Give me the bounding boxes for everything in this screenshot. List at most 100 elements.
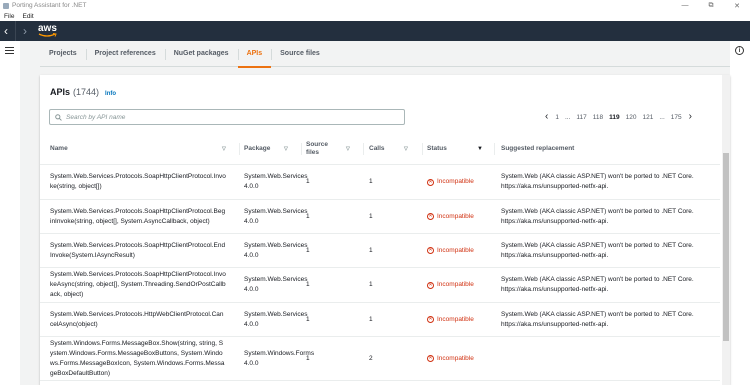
- source-files-count: 1: [306, 315, 310, 323]
- tab-projects[interactable]: Projects: [40, 41, 86, 67]
- api-name: System.Web.Services.Protocols.SoapHttpCl…: [50, 271, 226, 298]
- aws-smile-icon: [38, 33, 57, 37]
- maximize-button[interactable]: ⧉: [698, 0, 724, 11]
- menu-edit[interactable]: Edit: [18, 13, 37, 20]
- calls-count: 1: [369, 246, 373, 254]
- scrollbar-thumb[interactable]: [723, 153, 729, 341]
- column-header-source-files[interactable]: Source files ▽: [306, 133, 364, 165]
- page-link-current[interactable]: 119: [606, 114, 623, 121]
- tab-label: NuGet packages: [173, 50, 229, 57]
- page-ellipsis: ...: [659, 113, 665, 121]
- status-badge: ✕ Incompatible: [427, 200, 474, 233]
- table-row[interactable]: System.Web.Services.Protocols.SoapHttpCl…: [40, 234, 720, 268]
- next-page-icon[interactable]: ›: [685, 112, 696, 122]
- suggested-replacement: System.Web (AKA classic ASP.NET) won't b…: [501, 241, 694, 259]
- column-header-calls[interactable]: Calls ▽: [369, 133, 423, 165]
- status-badge: ✕ Incompatible: [427, 234, 474, 267]
- column-label: Calls: [369, 145, 385, 152]
- status-badge: ✕ Incompatible: [427, 337, 474, 380]
- api-name: System.Windows.Forms.MessageBox.Show(str…: [50, 339, 225, 377]
- table-row[interactable]: System.Web.Services.Protocols.SoapHttpCl…: [40, 268, 720, 303]
- tab-apis[interactable]: APIs: [237, 41, 272, 68]
- source-files-count: 1: [306, 354, 310, 362]
- incompatible-icon: ✕: [427, 316, 434, 323]
- close-button[interactable]: ✕: [724, 0, 750, 11]
- page-link[interactable]: 117: [573, 114, 589, 121]
- suggested-replacement: System.Web (AKA classic ASP.NET) won't b…: [501, 310, 694, 328]
- back-arrow-icon[interactable]: ‹: [0, 21, 12, 41]
- menu-file[interactable]: File: [0, 13, 18, 20]
- page-link[interactable]: 120: [623, 114, 640, 121]
- table-header: Name ▽ Package ▽ Source files ▽ Calls ▽ …: [40, 133, 720, 165]
- tab-label: APIs: [246, 50, 263, 57]
- page-link[interactable]: 121: [640, 114, 657, 121]
- status-label: Incompatible: [437, 246, 474, 254]
- info-icon[interactable]: i: [735, 46, 744, 55]
- panel-header: APIs (1744) Info: [50, 87, 116, 97]
- incompatible-icon: ✕: [427, 355, 434, 362]
- left-rail: [0, 41, 20, 385]
- source-files-count: 1: [306, 178, 310, 185]
- status-badge: ✕ Incompatible: [427, 268, 474, 302]
- suggested-replacement: [501, 337, 713, 380]
- forward-arrow-icon[interactable]: ›: [19, 21, 31, 41]
- table-row[interactable]: System.Web.Services.Protocols.HttpWebCli…: [40, 303, 720, 337]
- api-count: (1744): [73, 87, 100, 97]
- status-label: Incompatible: [437, 212, 474, 220]
- hamburger-menu-icon[interactable]: [5, 47, 14, 54]
- calls-count: 1: [369, 315, 373, 323]
- aws-logo[interactable]: aws: [38, 24, 60, 38]
- prev-page-icon[interactable]: ‹: [541, 112, 552, 122]
- package-name: System.Web.Services 4.0.0: [244, 241, 308, 259]
- column-header-package[interactable]: Package ▽: [244, 133, 302, 165]
- sort-desc-icon[interactable]: ▼: [477, 146, 483, 152]
- status-label: Incompatible: [437, 178, 474, 185]
- apis-panel: APIs (1744) Info ‹ 1 ... 117 118 119 120…: [40, 75, 730, 385]
- page-link[interactable]: 118: [590, 114, 606, 121]
- sort-icon[interactable]: ▽: [284, 146, 288, 152]
- status-badge: ✕ Incompatible: [427, 303, 474, 336]
- sort-icon[interactable]: ▽: [346, 146, 350, 152]
- pagination: ‹ 1 ... 117 118 119 120 121 ... 175 ›: [541, 111, 696, 123]
- suggested-replacement: System.Web (AKA classic ASP.NET) won't b…: [501, 276, 694, 293]
- tab-label: Project references: [94, 50, 156, 57]
- incompatible-icon: ✕: [427, 178, 434, 186]
- source-files-count: 1: [306, 212, 310, 220]
- column-label: Suggested replacement: [501, 145, 575, 152]
- calls-count: 1: [369, 212, 373, 220]
- status-label: Incompatible: [437, 354, 474, 362]
- column-label: Name: [50, 145, 68, 152]
- page-link[interactable]: 1: [552, 114, 562, 121]
- column-header-replacement[interactable]: Suggested replacement: [501, 133, 711, 165]
- status-badge: ✕ Incompatible: [427, 165, 474, 199]
- table-row[interactable]: System.Web.Services.Protocols.SoapHttpCl…: [40, 200, 720, 234]
- tab-source-files[interactable]: Source files: [271, 41, 329, 67]
- search-input[interactable]: [66, 113, 386, 121]
- vertical-scrollbar[interactable]: [722, 75, 730, 385]
- column-divider: [301, 143, 302, 155]
- column-divider: [494, 143, 495, 155]
- minimize-button[interactable]: —: [672, 0, 698, 11]
- sort-icon[interactable]: ▽: [404, 146, 408, 152]
- column-label: Status: [427, 145, 447, 152]
- status-label: Incompatible: [437, 315, 474, 323]
- package-name: System.Web.Services 4.0.0: [244, 173, 308, 190]
- search-box[interactable]: [49, 109, 405, 125]
- table-row[interactable]: System.Web.Services.Protocols.SoapHttpCl…: [40, 165, 720, 200]
- menu-bar: File Edit: [0, 11, 750, 21]
- tab-project-references[interactable]: Project references: [85, 41, 165, 67]
- api-name: System.Web.Services.Protocols.SoapHttpCl…: [50, 207, 226, 225]
- incompatible-icon: ✕: [427, 213, 434, 220]
- column-header-name[interactable]: Name ▽: [50, 133, 240, 165]
- info-link[interactable]: Info: [105, 91, 116, 97]
- api-name: System.Web.Services.Protocols.HttpWebCli…: [50, 310, 224, 328]
- window-titlebar: Porting Assistant for .NET — ⧉ ✕: [0, 0, 750, 11]
- tab-nuget-packages[interactable]: NuGet packages: [164, 41, 238, 67]
- top-navbar: ‹ › aws: [0, 21, 750, 41]
- package-name: System.Web.Services 4.0.0: [244, 276, 308, 293]
- search-icon: [55, 113, 62, 121]
- page-link[interactable]: 175: [668, 114, 685, 121]
- sort-icon[interactable]: ▽: [222, 146, 226, 152]
- table-row[interactable]: System.Windows.Forms.MessageBox.Show(str…: [40, 337, 720, 381]
- column-header-status[interactable]: Status ▼: [427, 133, 495, 165]
